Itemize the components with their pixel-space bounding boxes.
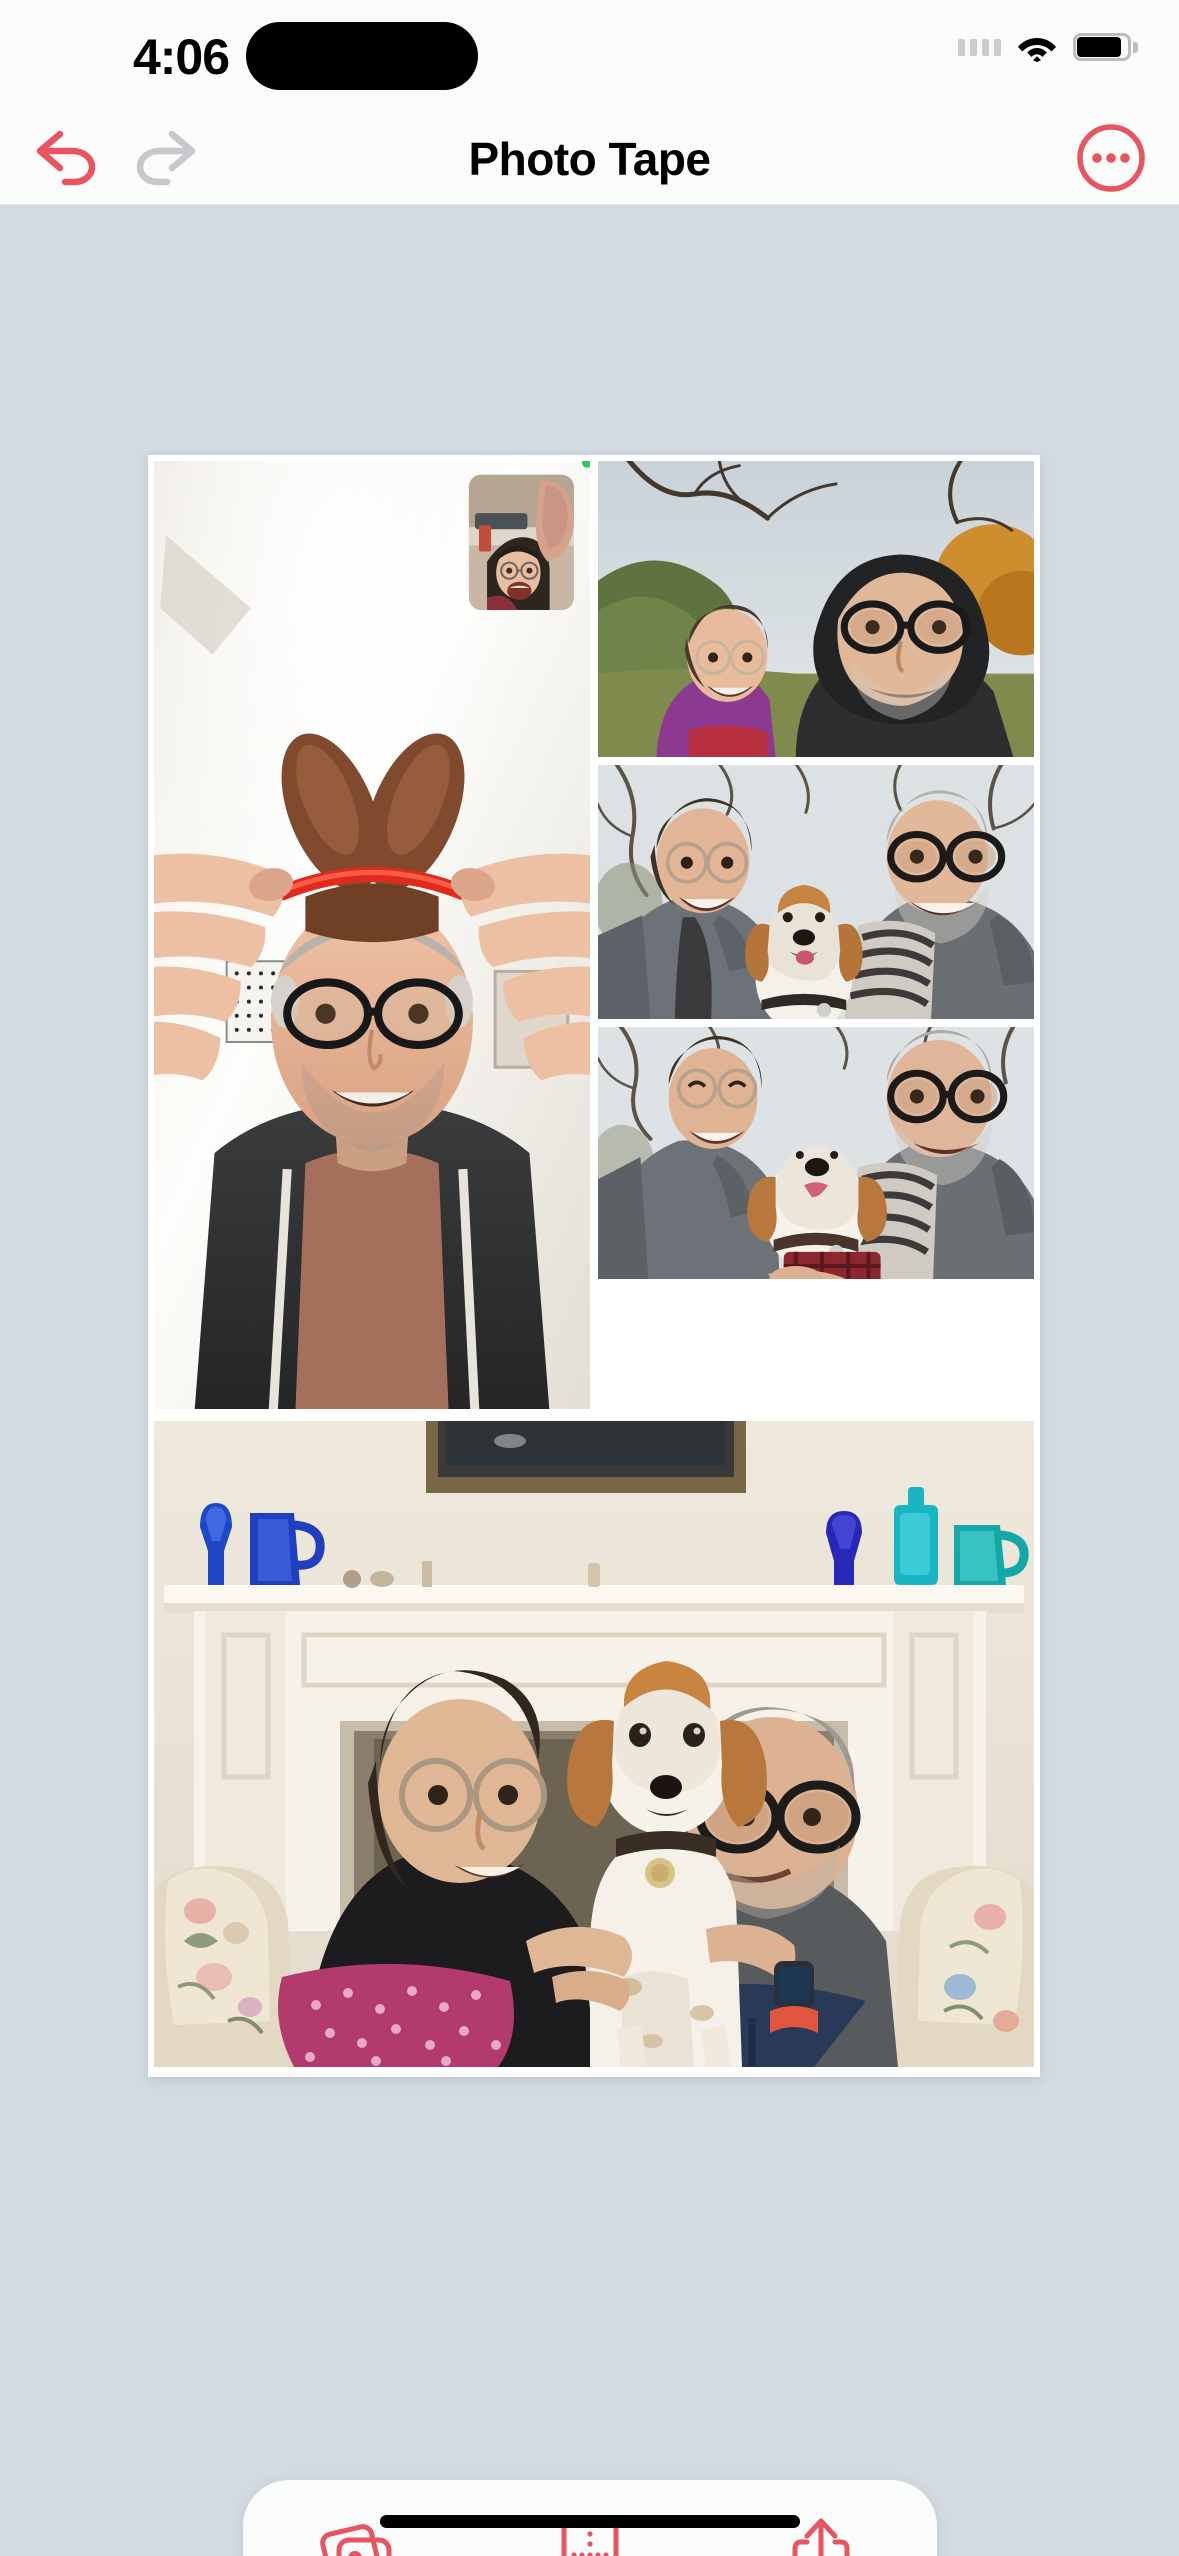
status-time: 4:06: [132, 29, 230, 85]
ellipsis-circle-icon: [1077, 124, 1145, 192]
collage-canvas[interactable]: [0, 205, 1179, 2556]
photo-1[interactable]: [154, 461, 590, 1409]
cellular-dots-icon: [958, 38, 1001, 56]
page-title: Photo Tape: [468, 133, 711, 185]
status-bar: 4:06: [0, 0, 1179, 108]
navigation-bar: Photo Tape: [0, 108, 1179, 205]
status-indicators: [958, 32, 1138, 62]
collage-right-column: [598, 461, 1034, 1413]
app-screen: 4:06 Photo Tape: [0, 0, 1179, 2556]
collage-cell-left-large[interactable]: [154, 461, 590, 1413]
dynamic-island: [246, 22, 478, 90]
home-indicator[interactable]: [379, 2515, 800, 2528]
more-options-button[interactable]: [1073, 120, 1149, 196]
facetime-pip: [468, 474, 574, 611]
photo-2[interactable]: [598, 461, 1034, 757]
collage-grid: [154, 461, 1034, 2071]
photo-5[interactable]: [154, 1421, 1034, 2067]
photo-4[interactable]: [598, 1027, 1034, 1279]
photo-3[interactable]: [598, 765, 1034, 1019]
battery-icon: [1073, 33, 1138, 61]
collage-cell-bottom-wide[interactable]: [154, 1421, 1034, 2071]
wifi-icon: [1018, 38, 1056, 62]
photo-collage[interactable]: [148, 455, 1040, 2077]
